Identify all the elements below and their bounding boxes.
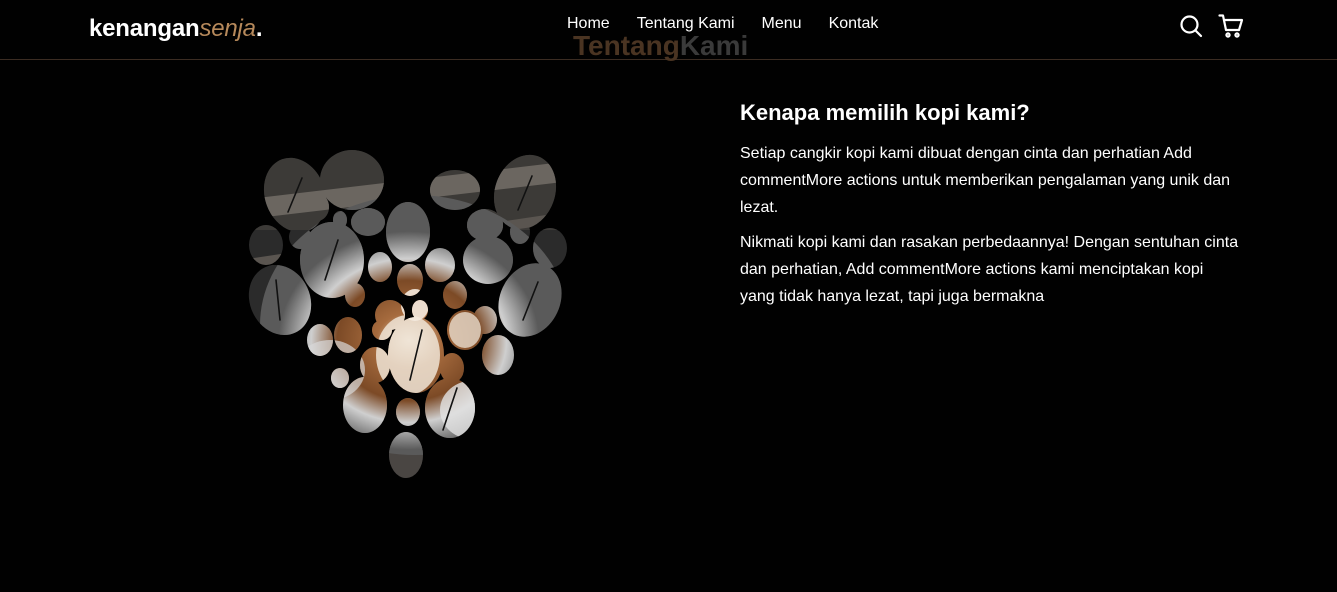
brand-logo[interactable]: kenangansenja. — [89, 15, 263, 43]
section-title-part-1: Tentang — [573, 30, 680, 61]
about-paragraph-2: Nikmati kopi kami dan rasakan perbedaann… — [740, 234, 1239, 305]
about-paragraph-1: Setiap cangkir kopi kami dibuat dengan c… — [740, 145, 1231, 216]
brand-part-2: senja — [199, 15, 256, 42]
coffee-heart-image — [240, 146, 574, 478]
nav-link-menu[interactable]: Menu — [762, 15, 802, 33]
shopping-cart-icon[interactable] — [1218, 13, 1244, 39]
nav-icons — [1178, 13, 1258, 39]
about-content: Kenapa memilih kopi kami? Setiap cangkir… — [740, 100, 1240, 318]
about-heading: Kenapa memilih kopi kami? — [740, 100, 1030, 125]
brand-part-1: kenangan — [89, 15, 200, 42]
section-title-part-2: Kami — [679, 30, 749, 61]
brand-part-3: . — [255, 15, 263, 42]
nav-link-kontak[interactable]: Kontak — [829, 15, 879, 33]
section-title: TentangKami — [573, 30, 748, 62]
search-icon[interactable] — [1178, 13, 1204, 39]
